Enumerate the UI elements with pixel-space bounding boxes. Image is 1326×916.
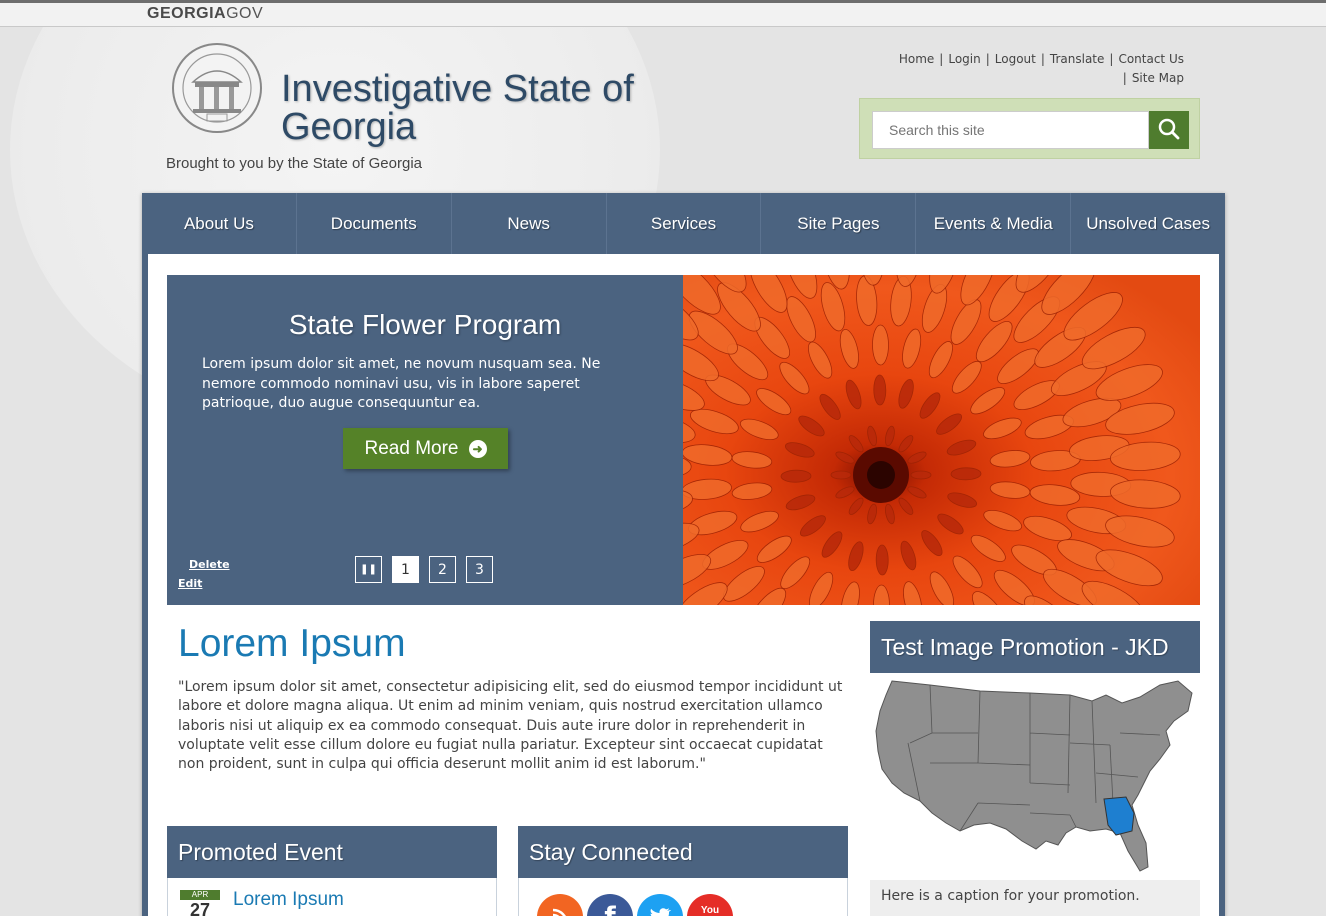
nav-news[interactable]: News [452,193,607,254]
petal-shape [872,324,889,366]
event-title-link[interactable]: Lorem Ipsum [233,889,344,911]
main-frame: About Us Documents News Services Site Pa… [142,193,1225,916]
hero-text: Lorem ipsum dolor sit amet, ne novum nus… [202,356,601,411]
nav-site-pages[interactable]: Site Pages [761,193,917,254]
nav-about-us[interactable]: About Us [142,193,297,254]
stay-connected-heading: Stay Connected [518,826,848,878]
main-navigation: About Us Documents News Services Site Pa… [142,193,1225,254]
youtube-icon[interactable]: You [687,894,733,916]
page-2-button[interactable]: 2 [429,556,456,583]
nav-services[interactable]: Services [607,193,762,254]
pause-icon: ❚❚ [360,564,377,575]
chrysanthemum-image [683,275,1200,605]
utility-links: Home | Login | Logout | Translate | Contact Us |… [898,52,1184,85]
search-input[interactable] [872,111,1149,149]
site-title[interactable]: Investigative State of Georgia [281,70,701,146]
stay-connected-panel: f You [518,878,848,916]
twitter-icon[interactable] [637,894,683,916]
hero-carousel: State Flower Program Lorem ipsum dolor s… [167,275,1200,605]
read-more-button[interactable]: Read More ➜ [343,428,508,469]
search-box [859,98,1200,159]
petal-shape [910,470,932,480]
georgia-gov-bar: GEORGIAGOV [0,0,1326,27]
facebook-icon[interactable]: f [587,894,633,916]
event-day: 27 [189,900,211,916]
delete-link[interactable]: Delete [189,558,230,571]
event-month: APR [180,890,220,900]
hero-title: State Flower Program [288,309,562,340]
site-map-link[interactable]: Site Map [1132,71,1184,85]
search-button[interactable] [1149,111,1189,149]
content-area: State Flower Program Lorem ipsum dolor s… [148,254,1219,916]
event-date-badge: APR 27 [180,890,220,916]
petal-shape [830,470,852,480]
translate-link[interactable]: Translate [1050,52,1105,66]
pause-button[interactable]: ❚❚ [355,556,382,583]
login-link[interactable]: Login [948,52,980,66]
petal-shape [780,469,812,483]
petal-shape [950,467,982,481]
main-body-text: "Lorem ipsum dolor sit amet, consectetur… [178,679,843,773]
edit-link[interactable]: Edit [178,577,202,590]
search-icon [1157,117,1181,144]
flower-image [683,275,1200,605]
promoted-event-heading: Promoted Event [167,826,497,878]
nav-events-media[interactable]: Events & Media [916,193,1072,254]
georgia-gov-logo[interactable]: GEORGIAGOV [147,5,263,23]
arrow-circle-right-icon: ➜ [468,439,487,458]
read-more-label: Read More [364,437,459,459]
petal-shape [875,544,889,576]
contact-us-link[interactable]: Contact Us [1118,52,1184,66]
page-1-button[interactable]: 1 [392,556,419,583]
site-tagline: Brought to you by the State of Georgia [166,155,422,172]
rss-icon[interactable] [537,894,583,916]
us-map-image[interactable] [870,673,1200,883]
nav-documents[interactable]: Documents [297,193,452,254]
promotion-heading: Test Image Promotion - JKD [870,621,1200,673]
main-heading: Lorem Ipsum [178,622,406,665]
promotion-caption: Here is a caption for your promotion. [870,880,1200,916]
state-seal-logo[interactable] [171,42,263,134]
petal-shape [873,374,887,406]
carousel-pager: ❚❚ 1 2 3 [355,556,493,583]
logout-link[interactable]: Logout [995,52,1036,66]
promoted-event-panel: APR 27 Lorem Ipsum [167,878,497,916]
nav-unsolved-cases[interactable]: Unsolved Cases [1071,193,1225,254]
page-3-button[interactable]: 3 [466,556,493,583]
home-link[interactable]: Home [899,52,934,66]
